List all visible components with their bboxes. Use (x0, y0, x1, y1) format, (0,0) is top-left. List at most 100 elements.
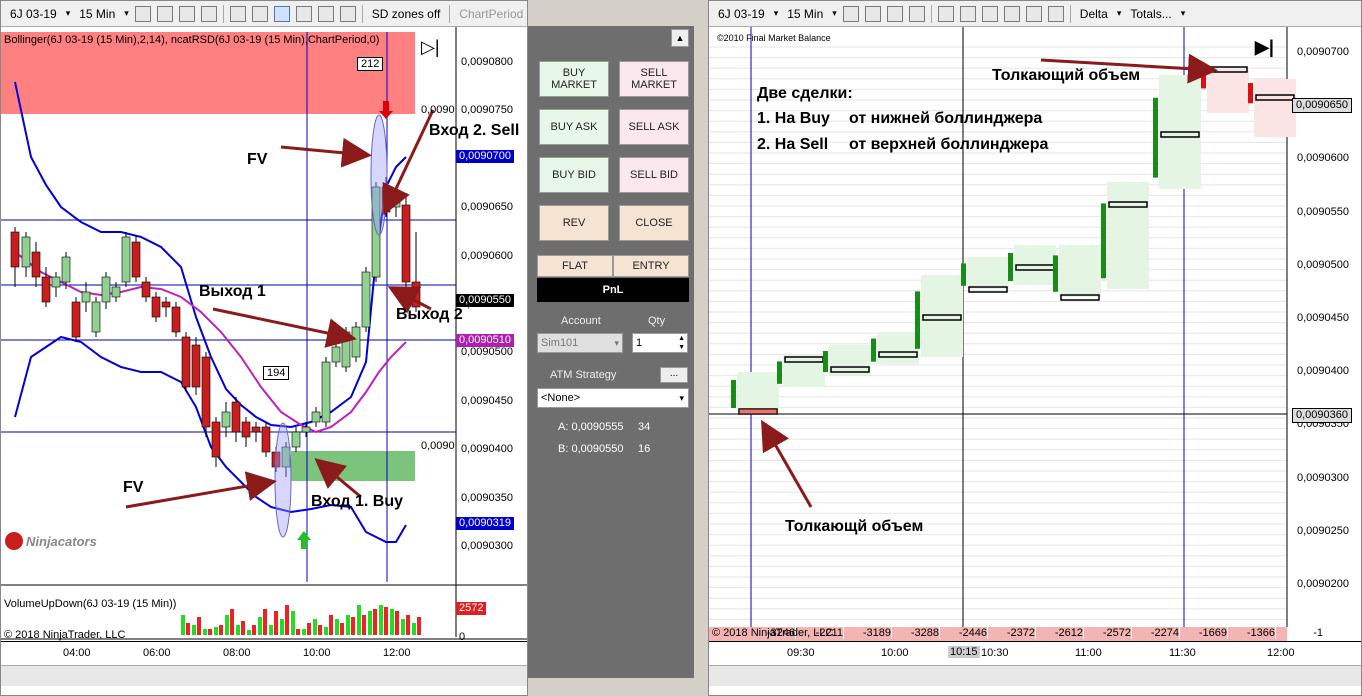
chevron-down-icon[interactable]: ▾ (774, 8, 779, 19)
volume-down-bar (208, 629, 212, 635)
left-chart-window: 6J 03-19 ▾ 15 Min ▾ SD zones off ChartPeri… (0, 0, 528, 696)
zoom-in-icon[interactable] (178, 5, 195, 22)
divider (930, 4, 932, 23)
candle-up (361, 271, 371, 328)
chevron-down-icon[interactable]: ▾ (832, 8, 837, 19)
close-button[interactable]: CLOSE (619, 205, 689, 241)
poc-marker (968, 286, 1008, 293)
sell-bid-button[interactable]: SELL BID (619, 157, 689, 193)
totals-select[interactable]: Totals... (1127, 7, 1174, 21)
flat-button[interactable]: FLAT (537, 255, 613, 277)
strategy-icon[interactable] (1025, 5, 1042, 22)
time-axis-line (709, 641, 1361, 642)
sd-zones-button[interactable]: SD zones off (369, 7, 443, 21)
footprint-cells (967, 257, 1009, 289)
annotation-fv-top: FV (247, 151, 268, 168)
chevron-down-icon[interactable]: ▾ (66, 8, 71, 19)
price-axis-label: 0,0090650 (461, 201, 513, 214)
indicator-icon[interactable] (1003, 5, 1020, 22)
buy-bid-button[interactable]: BUY BID (539, 157, 609, 193)
footprint-cells (1207, 69, 1249, 113)
footprint-cells (829, 345, 871, 375)
volume-up-bar (203, 629, 207, 635)
candle-down (41, 276, 51, 303)
zoom-out-icon[interactable] (200, 5, 217, 22)
candle-down (171, 306, 181, 333)
account-label: Account (561, 315, 601, 327)
buy-ask-button[interactable]: BUY ASK (539, 109, 609, 145)
properties-icon[interactable] (339, 5, 356, 22)
time-axis-label: 06:00 (143, 647, 171, 659)
annotation-arrow (125, 471, 277, 509)
volume-down-bar (219, 625, 223, 635)
delta-select[interactable]: Delta (1077, 7, 1111, 21)
chart-trader-icon[interactable] (273, 5, 290, 22)
time-axis-label: 09:30 (787, 647, 815, 659)
magnifier-icon[interactable] (251, 5, 268, 22)
account-select[interactable]: Sim101 ▾ (537, 333, 623, 353)
candle-up (331, 346, 341, 363)
instrument-select[interactable]: 6J 03-19 (715, 7, 768, 21)
entry-button[interactable]: ENTRY (613, 255, 689, 277)
indicator-icon[interactable] (295, 5, 312, 22)
properties-icon[interactable] (1047, 5, 1064, 22)
qty-stepper[interactable]: 1 ▲ ▼ (632, 333, 688, 353)
horizontal-scrollbar[interactable] (709, 665, 1361, 686)
candle-down (181, 336, 191, 388)
bar-style-icon[interactable] (842, 5, 859, 22)
candle-down (231, 401, 241, 433)
price-axis-label: 0,0090300 (1297, 471, 1349, 484)
atm-strategy-select[interactable]: <None> ▾ (537, 388, 689, 408)
pencil-icon[interactable] (156, 5, 173, 22)
zoom-in-icon[interactable] (886, 5, 903, 22)
buy-market-button[interactable]: BUY MARKET (539, 61, 609, 97)
strategy-icon[interactable] (317, 5, 334, 22)
volume-down-bar (395, 611, 399, 635)
candle-up (101, 276, 111, 303)
footprint-cells (1254, 79, 1296, 137)
price-axis-label: 0,0090600 (461, 249, 513, 262)
logo-text: Ninjacators (26, 533, 97, 549)
horizontal-scrollbar[interactable] (1, 665, 527, 686)
crosshair-icon[interactable] (937, 5, 954, 22)
chart-trader-icon[interactable] (981, 5, 998, 22)
price-tag-middle: 0,0090510 (456, 334, 514, 347)
instrument-select[interactable]: 6J 03-19 (7, 7, 60, 21)
chevron-down-icon[interactable]: ▾ (124, 8, 129, 19)
bar-counter-box: 212 (357, 57, 384, 71)
annotation-entry-buy: Вход 1. Buy (311, 493, 404, 510)
volume-tag: 2572 (456, 602, 487, 615)
spin-icon[interactable]: ▲ ▼ (678, 334, 685, 352)
timeframe-select[interactable]: 15 Min (76, 7, 118, 21)
chevron-down-icon[interactable]: ▾ (1181, 8, 1186, 19)
play-end-icon[interactable]: ▶| (1255, 37, 1274, 58)
crosshair-icon[interactable] (229, 5, 246, 22)
sell-market-button[interactable]: SELL MARKET (619, 61, 689, 97)
zoom-out-icon[interactable] (908, 5, 925, 22)
magnifier-icon[interactable] (959, 5, 976, 22)
partial-price-label: 0,0090 (421, 440, 455, 452)
delta-cell: -2274 (1133, 627, 1180, 639)
sell-ask-button[interactable]: SELL ASK (619, 109, 689, 145)
atm-config-button[interactable]: ... (660, 367, 688, 383)
bid-price: B: 0,0090550 (558, 443, 624, 455)
annotation-buy-label: 1. На Buy (757, 110, 830, 127)
price-axis-label: 0,0090600 (1297, 152, 1349, 165)
candle-up (351, 326, 361, 358)
footprint-body (961, 263, 966, 286)
chart-period-button[interactable]: ChartPeriod (456, 7, 526, 21)
timeframe-select[interactable]: 15 Min (784, 7, 826, 21)
copyright: © 2018 NinjaTrader, LLC (712, 627, 834, 639)
pencil-icon[interactable] (864, 5, 881, 22)
candle-down (31, 251, 41, 278)
collapse-arrow-icon[interactable]: ▲ (671, 29, 689, 47)
chevron-down-icon[interactable]: ▾ (1117, 8, 1122, 19)
annotation-sell-text: от верхней боллинджера (849, 136, 1049, 153)
delta-cell: -2572 (1085, 627, 1132, 639)
chevron-down-icon: ▾ (679, 393, 684, 403)
bar-style-icon[interactable] (134, 5, 151, 22)
reverse-button[interactable]: REV (539, 205, 609, 241)
time-axis-label: 12:00 (383, 647, 411, 659)
volume-up-bar (368, 611, 372, 635)
play-end-icon[interactable]: ▷| (421, 37, 441, 59)
